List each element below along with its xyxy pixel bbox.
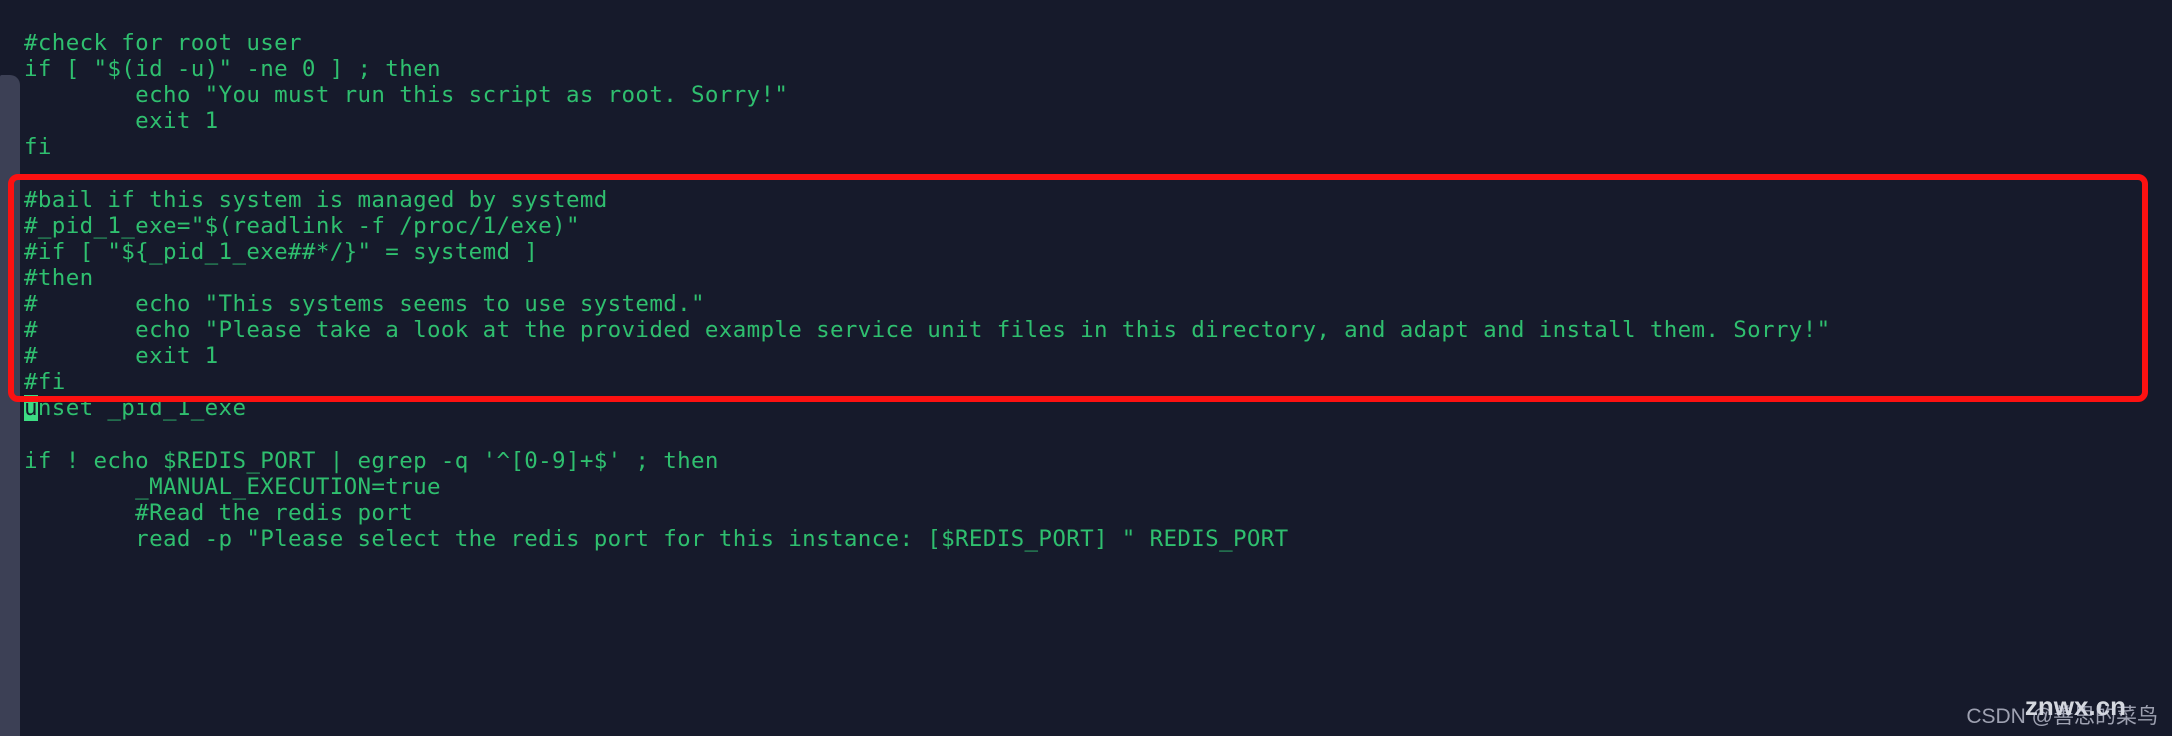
text-cursor: u [24, 395, 38, 422]
code-line[interactable]: # echo "Please take a look at the provid… [24, 317, 1831, 343]
code-line[interactable]: exit 1 [24, 108, 219, 134]
code-line[interactable]: #Read the redis port [24, 500, 413, 526]
code-line[interactable]: #bail if this system is managed by syste… [24, 187, 608, 213]
code-line[interactable]: #check for root user [24, 30, 302, 56]
code-line[interactable]: #then [24, 265, 93, 291]
code-line[interactable]: if [ "$(id -u)" -ne 0 ] ; then [24, 56, 441, 82]
code-line[interactable]: _MANUAL_EXECUTION=true [24, 474, 441, 500]
code-line[interactable]: fi [24, 134, 52, 160]
code-line[interactable]: echo "You must run this script as root. … [24, 82, 788, 108]
code-line[interactable]: if ! echo $REDIS_PORT | egrep -q '^[0-9]… [24, 448, 719, 474]
terminal-screenshot: #check for root user if [ "$(id -u)" -ne … [0, 0, 2172, 736]
code-line[interactable]: read -p "Please select the redis port fo… [24, 526, 1289, 552]
code-editor-surface[interactable]: #check for root user if [ "$(id -u)" -ne … [0, 0, 2172, 736]
code-line[interactable]: unset _pid_1_exe [24, 395, 246, 422]
code-line[interactable]: # echo "This systems seems to use system… [24, 291, 705, 317]
code-line[interactable]: #fi [24, 369, 66, 395]
code-line[interactable]: #_pid_1_exe="$(readlink -f /proc/1/exe)" [24, 213, 580, 239]
code-line[interactable]: # exit 1 [24, 343, 219, 369]
code-line[interactable]: #if [ "${_pid_1_exe##*/}" = systemd ] [24, 239, 538, 265]
